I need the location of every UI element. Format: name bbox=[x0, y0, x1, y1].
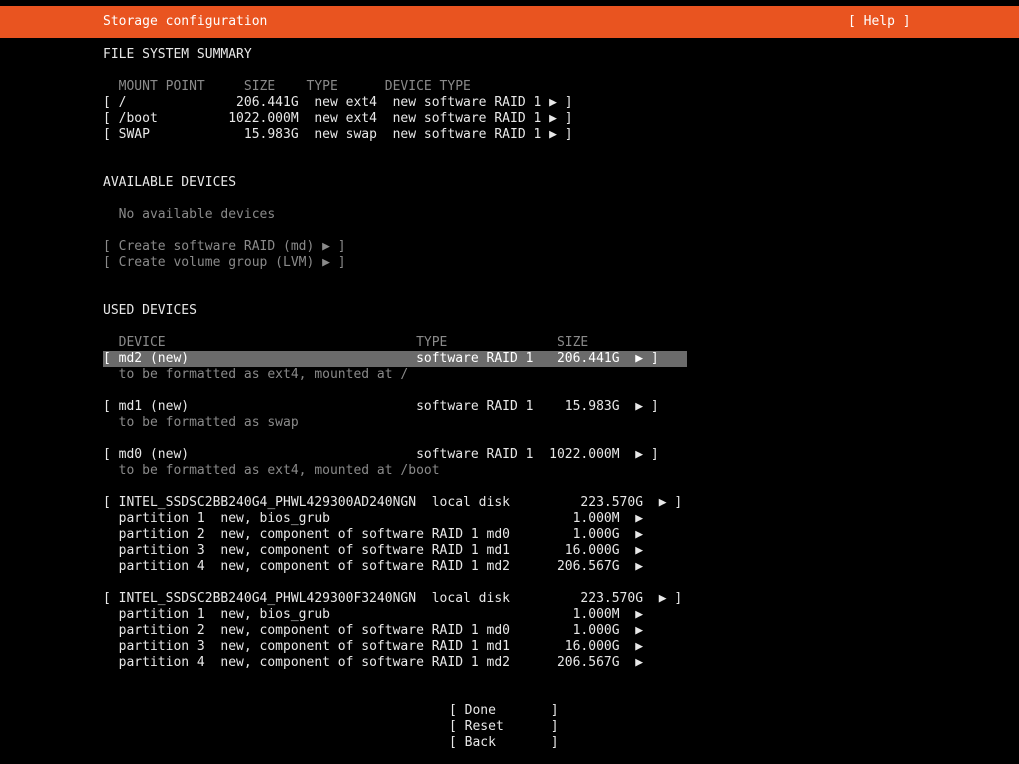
title-bar: Storage configuration [ Help ] bbox=[0, 6, 1019, 38]
device-md2-description: to be formatted as ext4, mounted at / bbox=[103, 367, 409, 382]
device-md0-description: to be formatted as ext4, mounted at /boo… bbox=[103, 463, 440, 478]
help-button[interactable]: [ Help ] bbox=[848, 14, 911, 29]
device-row-md1[interactable]: [ md1 (new) software RAID 1 15.983G ▶ ] bbox=[103, 399, 659, 415]
partition-row[interactable]: partition 2 new, component of software R… bbox=[103, 623, 643, 639]
used-devices-column-headers: DEVICE TYPE SIZE bbox=[103, 335, 589, 350]
partition-row[interactable]: partition 3 new, component of software R… bbox=[103, 543, 643, 559]
no-available-devices-text: No available devices bbox=[103, 207, 276, 222]
create-raid-button[interactable]: [ Create software RAID (md) ▶ ] bbox=[103, 239, 346, 255]
page-title: Storage configuration bbox=[103, 14, 268, 29]
used-devices-heading: USED DEVICES bbox=[103, 303, 197, 318]
partition-row[interactable]: partition 1 new, bios_grub 1.000M ▶ bbox=[103, 607, 643, 623]
fs-summary-row-boot[interactable]: [ /boot 1022.000M new ext4 new software … bbox=[103, 111, 573, 127]
fs-summary-heading: FILE SYSTEM SUMMARY bbox=[103, 47, 252, 62]
back-button[interactable]: [ Back ] bbox=[449, 735, 559, 751]
done-button[interactable]: [ Done ] bbox=[449, 703, 559, 719]
create-lvm-button[interactable]: [ Create volume group (LVM) ▶ ] bbox=[103, 255, 346, 271]
partition-row[interactable]: partition 4 new, component of software R… bbox=[103, 559, 643, 575]
device-row-md2[interactable]: [ md2 (new) software RAID 1 206.441G ▶ ] bbox=[103, 351, 687, 367]
fs-summary-column-headers: MOUNT POINT SIZE TYPE DEVICE TYPE bbox=[103, 79, 471, 94]
partition-row[interactable]: partition 4 new, component of software R… bbox=[103, 655, 643, 671]
device-md1-description: to be formatted as swap bbox=[103, 415, 299, 430]
fs-summary-row-swap[interactable]: [ SWAP 15.983G new swap new software RAI… bbox=[103, 127, 573, 143]
device-row-disk-ad240ngn[interactable]: [ INTEL_SSDSC2BB240G4_PHWL429300AD240NGN… bbox=[103, 495, 682, 511]
partition-row[interactable]: partition 1 new, bios_grub 1.000M ▶ bbox=[103, 511, 643, 527]
partition-row[interactable]: partition 3 new, component of software R… bbox=[103, 639, 643, 655]
fs-summary-row-root[interactable]: [ / 206.441G new ext4 new software RAID … bbox=[103, 95, 573, 111]
partition-row[interactable]: partition 2 new, component of software R… bbox=[103, 527, 643, 543]
device-row-md0[interactable]: [ md0 (new) software RAID 1 1022.000M ▶ … bbox=[103, 447, 659, 463]
available-devices-heading: AVAILABLE DEVICES bbox=[103, 175, 237, 190]
device-row-disk-f3240ngn[interactable]: [ INTEL_SSDSC2BB240G4_PHWL429300F3240NGN… bbox=[103, 591, 682, 607]
reset-button[interactable]: [ Reset ] bbox=[449, 719, 559, 735]
